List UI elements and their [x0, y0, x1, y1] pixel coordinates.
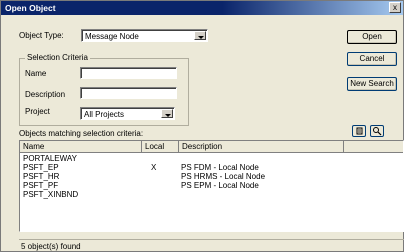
description-field[interactable] — [80, 87, 177, 99]
chevron-down-icon[interactable] — [194, 31, 206, 40]
row-name: PSFT_EP — [23, 163, 59, 172]
table-row[interactable]: PSFT_EP X PS FDM - Local Node — [20, 164, 403, 172]
project-label: Project — [25, 107, 50, 116]
project-value: All Projects — [84, 110, 125, 119]
name-label: Name — [25, 69, 47, 78]
window-title: Open Object — [5, 3, 56, 13]
row-name: PSFT_PF — [23, 181, 59, 190]
table-row[interactable]: PORTALEWAY — [20, 155, 403, 163]
cancel-button[interactable]: Cancel — [347, 52, 397, 66]
name-field[interactable] — [80, 67, 177, 79]
list-view-icon — [356, 127, 363, 135]
status-bar: 5 object(s) found — [19, 239, 404, 251]
object-type-select[interactable]: Message Node — [81, 29, 208, 42]
open-button[interactable]: Open — [347, 30, 397, 44]
column-header-name[interactable]: Name — [20, 141, 142, 153]
selection-criteria-title: Selection Criteria — [25, 53, 90, 62]
project-select[interactable]: All Projects — [80, 107, 175, 120]
description-label: Description — [25, 90, 66, 99]
search-button[interactable] — [370, 125, 384, 137]
row-name: PORTALEWAY — [23, 154, 77, 163]
results-list[interactable]: Name Local Description PORTALEWAY PSFT_E… — [19, 140, 404, 232]
title-bar: Open Object x — [1, 1, 403, 15]
object-type-value: Message Node — [85, 32, 139, 41]
status-text: 5 object(s) found — [21, 242, 81, 251]
close-button[interactable]: x — [389, 2, 401, 13]
column-header-local[interactable]: Local — [142, 141, 179, 153]
magnifier-icon — [373, 127, 382, 136]
row-description: PS EPM - Local Node — [181, 181, 259, 190]
row-local: X — [151, 163, 157, 172]
results-header: Name Local Description — [20, 141, 403, 153]
table-row[interactable]: PSFT_HR PS HRMS - Local Node — [20, 173, 403, 181]
open-object-dialog: Open Object x Object Type: Message Node … — [0, 0, 404, 252]
table-row[interactable]: PSFT_PF PS EPM - Local Node — [20, 182, 403, 190]
row-name: PSFT_XINBND — [23, 190, 79, 199]
row-description: PS FDM - Local Node — [181, 163, 259, 172]
results-label: Objects matching selection criteria: — [19, 129, 144, 138]
list-view-button[interactable] — [352, 125, 366, 137]
table-row[interactable]: PSFT_XINBND — [20, 191, 403, 199]
object-type-label: Object Type: — [19, 31, 64, 40]
chevron-down-icon[interactable] — [161, 109, 173, 118]
row-description: PS HRMS - Local Node — [181, 172, 266, 181]
row-name: PSFT_HR — [23, 172, 60, 181]
column-header-description[interactable]: Description — [179, 141, 344, 153]
new-search-button[interactable]: New Search — [347, 77, 397, 91]
